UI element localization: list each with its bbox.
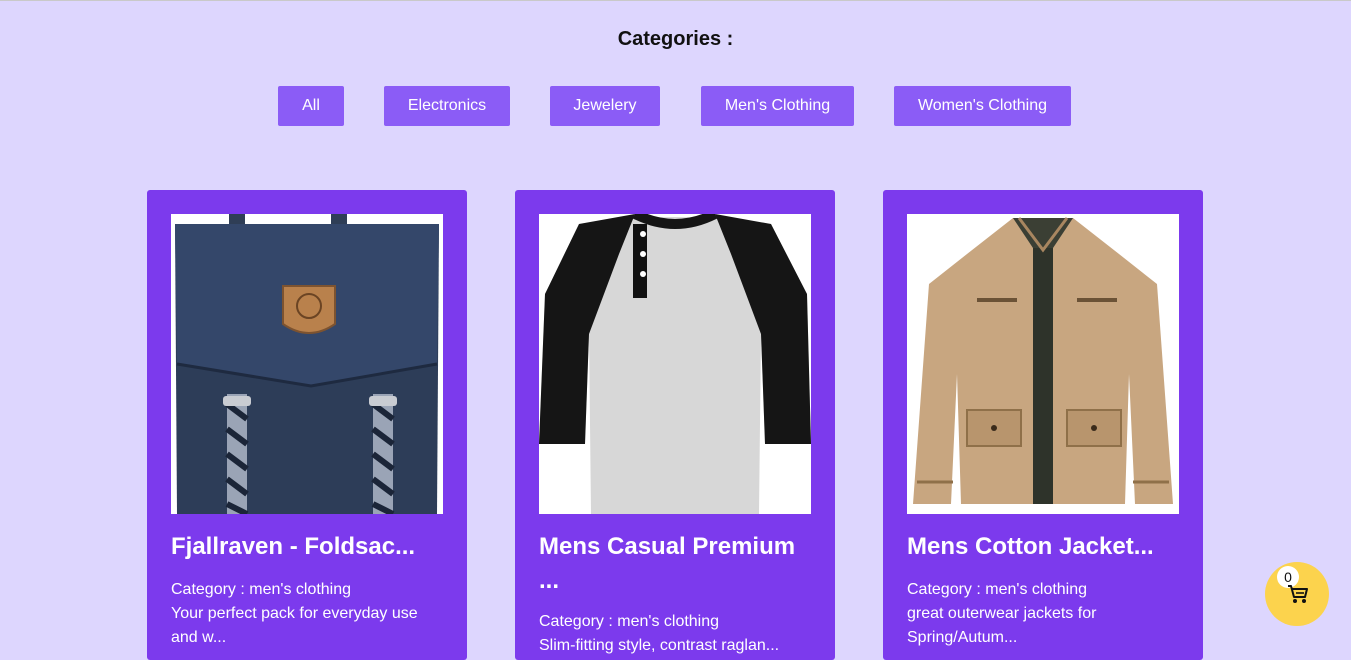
backpack-image[interactable] xyxy=(171,214,443,514)
category-button-mens-clothing[interactable]: Men's Clothing xyxy=(701,86,854,126)
product-category: Category : men's clothing xyxy=(539,613,720,630)
product-title[interactable]: Fjallraven - Foldsac... xyxy=(171,530,443,564)
category-button-womens-clothing[interactable]: Women's Clothing xyxy=(894,86,1071,126)
cart-icon xyxy=(1288,585,1308,603)
product-title[interactable]: Mens Cotton Jacket... xyxy=(907,530,1179,564)
product-category: Category : men's clothing xyxy=(171,581,352,598)
category-button-all[interactable]: All xyxy=(278,86,344,126)
product-card[interactable]: Mens Casual Premium ... Category : men's… xyxy=(515,190,835,660)
product-category: Category : men's clothing xyxy=(907,581,1088,598)
jacket-image[interactable] xyxy=(907,214,1179,514)
product-title[interactable]: Mens Casual Premium ... xyxy=(539,530,811,598)
category-button-jewelery[interactable]: Jewelery xyxy=(550,86,660,126)
product-description: Slim-fitting style, contrast raglan... xyxy=(539,637,780,654)
product-description: great outerwear jackets for Spring/Autum… xyxy=(907,605,1097,646)
categories-heading: Categories : xyxy=(617,28,734,50)
top-border xyxy=(0,0,1351,1)
raglan-shirt-image[interactable] xyxy=(539,214,811,514)
product-card[interactable]: Fjallraven - Foldsac... Category : men's… xyxy=(147,190,467,660)
cart-button[interactable]: 0 xyxy=(1265,562,1329,626)
product-card[interactable]: Mens Cotton Jacket... Category : men's c… xyxy=(883,190,1203,660)
category-button-electronics[interactable]: Electronics xyxy=(384,86,510,126)
product-description: Your perfect pack for everyday use and w… xyxy=(171,605,418,646)
